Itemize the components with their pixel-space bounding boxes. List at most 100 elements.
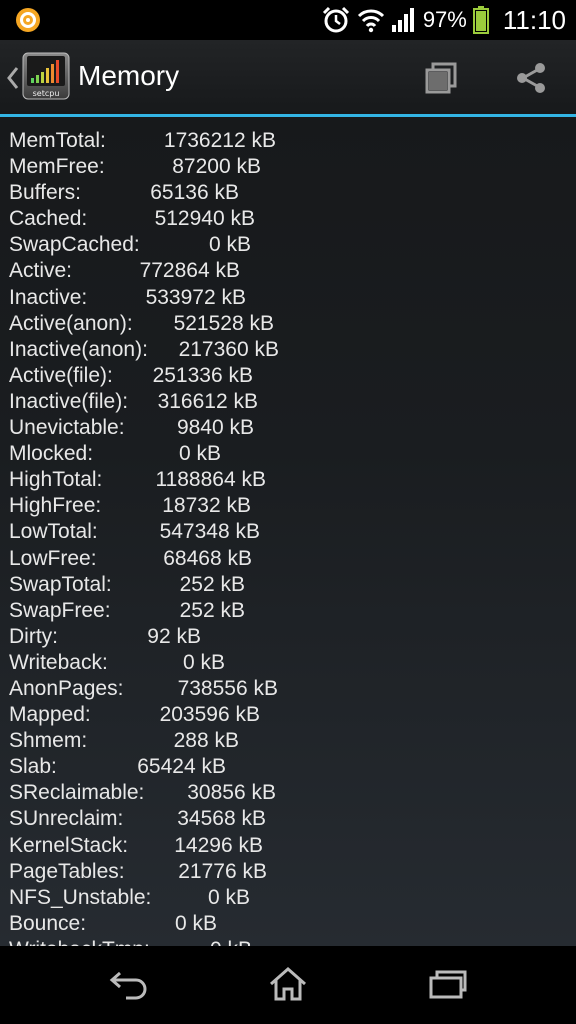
memory-label: WritebackTmp: [9,937,150,946]
memory-value: 203596 kB [159,703,260,727]
memory-value: 0 kB [207,885,250,909]
memory-row: HighFree: 18732 kB [0,493,576,519]
status-icons: 97% 11:10 [321,0,566,40]
memory-row: SReclaimable: 30856 kB [0,780,576,806]
memory-label: Active(file): [9,363,113,387]
memory-value: 252 kB [179,598,245,622]
memory-value: 9840 kB [176,416,254,440]
memory-label: LowFree: [9,546,97,570]
action-bar: setcpu Memory [0,40,576,114]
memory-row: LowTotal: 547348 kB [0,519,576,545]
setcpu-app-icon[interactable]: setcpu [22,52,70,100]
navigation-bar [0,946,576,1024]
memory-label: PageTables: [9,859,125,883]
memory-value: 0 kB [174,911,217,935]
back-button[interactable] [98,962,158,1006]
memory-value: 68468 kB [163,546,252,570]
memory-label: MemFree: [9,155,105,179]
memory-label: Active(anon): [9,311,133,335]
memory-value: 533972 kB [145,285,246,309]
memory-value: 18732 kB [162,494,251,518]
back-icon [109,971,147,1000]
memory-row: Inactive(anon): 217360 kB [0,337,576,363]
memory-value: 521528 kB [173,311,274,335]
memory-row: Writeback: 0 kB [0,650,576,676]
signal-icon [391,8,414,32]
status-bar: 97% 11:10 [0,0,576,40]
memory-label: MemTotal: [9,129,106,152]
memory-label: SReclaimable: [9,781,145,805]
memory-row: Dirty: 92 kB [0,624,576,650]
memory-value: 87200 kB [172,155,261,179]
home-icon [270,966,306,1001]
memory-value: 251336 kB [152,363,253,387]
memory-value: 738556 kB [177,676,278,700]
memory-row: NFS_Unstable: 0 kB [0,885,576,911]
memory-label: Unevictable: [9,416,125,440]
memory-value: 772864 kB [139,259,240,283]
memory-row: Unevictable: 9840 kB [0,415,576,441]
memory-value: 0 kB [178,442,221,466]
memory-label: Writeback: [9,650,108,674]
memory-value: 30856 kB [187,781,276,805]
memory-row: Shmem: 288 kB [0,728,576,754]
memory-row: Slab: 65424 kB [0,754,576,780]
memory-row: AnonPages: 738556 kB [0,676,576,702]
memory-label: Cached: [9,207,88,231]
memory-row: SwapFree: 252 kB [0,598,576,624]
home-button[interactable] [258,962,318,1006]
memory-value: 316612 kB [157,389,258,413]
memory-row: Cached: 512940 kB [0,206,576,232]
memory-value: 512940 kB [154,207,255,231]
memory-label: Inactive: [9,285,88,309]
memory-row: MemFree: 87200 kB [0,154,576,180]
memory-label: Mapped: [9,703,91,727]
memory-label: Mlocked: [9,442,94,466]
memory-info-scroll[interactable]: MemTotal: 1736212 kB MemFree: 87200 kB Buffe… [0,117,576,946]
memory-value: 217360 kB [178,337,279,361]
memory-row: Active: 772864 kB [0,258,576,284]
alarm-icon [322,6,349,33]
memory-row: Mapped: 203596 kB [0,702,576,728]
memory-row: SwapCached: 0 kB [0,232,576,258]
recent-apps-button[interactable] [418,962,478,1006]
memory-label: Bounce: [9,911,87,935]
memory-label: Inactive(file): [9,389,129,413]
memory-value: 14296 kB [174,833,263,857]
memory-label: Inactive(anon): [9,337,148,361]
memory-label: HighFree: [9,494,102,518]
share-icon [517,63,545,93]
memory-row: MemTotal: 1736212 kB [0,128,576,154]
memory-value: 92 kB [147,624,201,648]
memory-list: MemTotal: 1736212 kB MemFree: 87200 kB Buffe… [0,117,576,946]
memory-row: SwapTotal: 252 kB [0,572,576,598]
memory-row: Active(anon): 521528 kB [0,311,576,337]
copy-button[interactable] [421,58,461,98]
memory-label: SUnreclaim: [9,807,124,831]
memory-value: 1188864 kB [155,468,266,492]
memory-row: SUnreclaim: 34568 kB [0,806,576,832]
memory-row: PageTables: 21776 kB [0,859,576,885]
wifi-icon [357,9,384,33]
app-icon-text: setcpu [33,89,60,98]
memory-value: 34568 kB [177,807,266,831]
memory-row: LowFree: 68468 kB [0,546,576,572]
share-button[interactable] [511,58,551,98]
memory-label: Slab: [9,755,57,779]
memory-label: Shmem: [9,729,88,753]
memory-value: 547348 kB [159,520,260,544]
up-caret-icon[interactable] [6,66,20,90]
memory-label: LowTotal: [9,520,98,544]
page-title: Memory [78,60,180,91]
copy-icon [425,62,457,94]
memory-label: Active: [9,259,73,283]
memory-label: HighTotal: [9,468,103,492]
battery-icon [472,6,489,34]
memory-value: 0 kB [208,233,251,257]
memory-value: 1736212 kB [163,129,276,152]
memory-row: Buffers: 65136 kB [0,180,576,206]
memory-label: KernelStack: [9,833,129,857]
memory-label: AnonPages: [9,676,124,700]
memory-row: KernelStack: 14296 kB [0,833,576,859]
memory-row: Active(file): 251336 kB [0,363,576,389]
